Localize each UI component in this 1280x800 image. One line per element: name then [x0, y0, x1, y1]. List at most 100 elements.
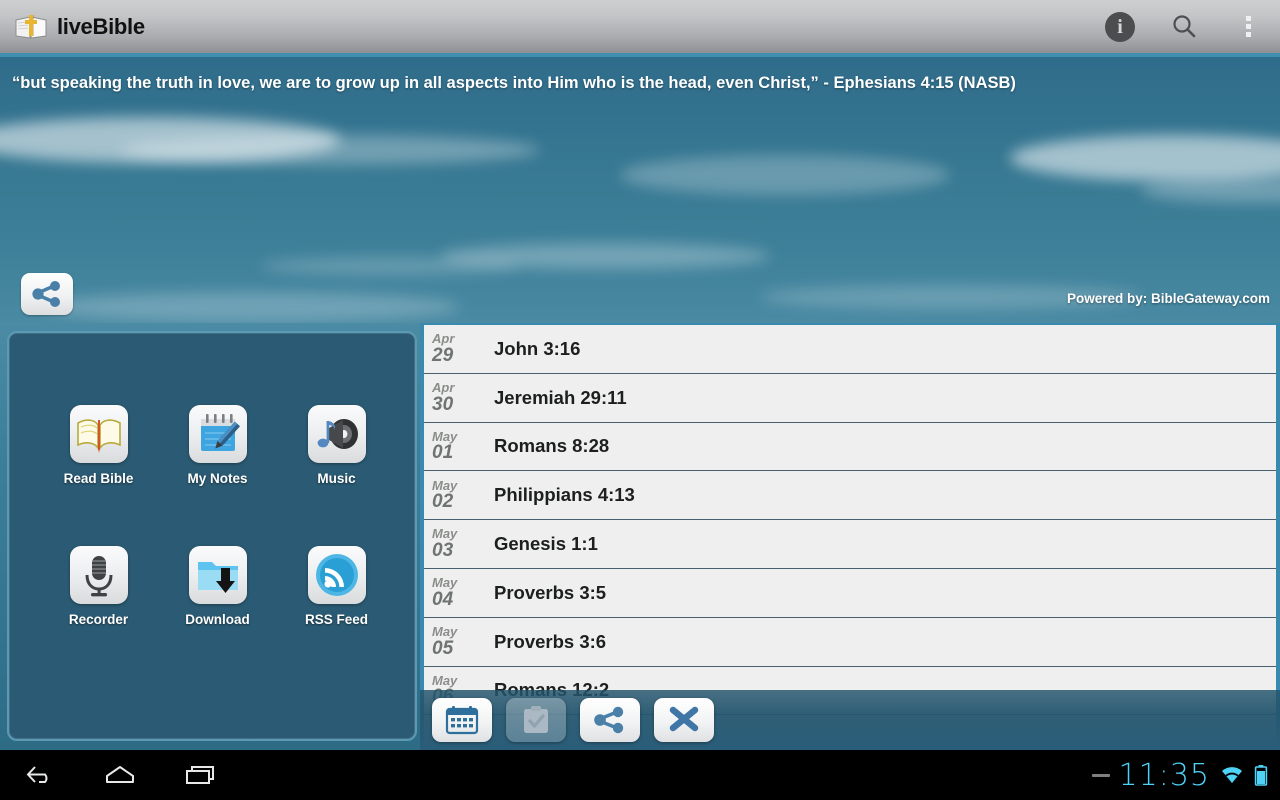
share-icon [594, 706, 624, 734]
close-button[interactable] [654, 698, 714, 742]
android-navigation-bar: 11:35 [0, 750, 1280, 800]
verse-row-reference: Jeremiah 29:11 [494, 386, 627, 408]
search-button[interactable] [1152, 0, 1216, 53]
recents-button[interactable] [160, 750, 240, 800]
verse-list-row[interactable]: May 04 Proverbs 3:5 [424, 568, 1276, 618]
cloud-decoration [1010, 135, 1280, 181]
launcher-item-download[interactable]: Download [158, 546, 277, 627]
app-title: liveBible [57, 13, 145, 39]
verse-row-month: May [432, 477, 458, 493]
verse-row-day: 01 [432, 442, 454, 464]
verse-row-date: May 02 [424, 477, 494, 513]
folder-download-icon [188, 546, 247, 604]
verse-row-day: 03 [432, 539, 454, 561]
info-button[interactable]: i [1088, 0, 1152, 53]
verse-row-reference: Genesis 1:1 [494, 533, 598, 555]
verse-row-date: Apr 29 [424, 332, 494, 366]
rss-feed-icon [307, 546, 366, 604]
notepad-pencil-icon [188, 405, 247, 463]
verse-row-month: May [432, 526, 458, 542]
bottom-toolbar [420, 690, 1280, 750]
open-book-icon [69, 405, 128, 463]
verse-row-day: 29 [432, 344, 454, 366]
status-area[interactable]: 11:35 [1091, 757, 1280, 793]
launcher-item-label: Music [317, 471, 356, 486]
launcher-grid: Read Bible My Notes Music Recorder Downl… [9, 405, 415, 627]
cloud-decoration [120, 135, 540, 165]
verse-row-day: 30 [432, 393, 454, 415]
verse-of-the-day-text: “but speaking the truth in love, we are … [12, 74, 1016, 92]
action-bar-actions: i [1088, 0, 1280, 53]
clipboard-check-button [506, 698, 566, 742]
home-button[interactable] [80, 750, 160, 800]
overflow-menu-icon [1245, 16, 1251, 37]
verse-list-row[interactable]: Apr 29 John 3:16 [424, 325, 1276, 374]
close-x-icon [669, 706, 699, 732]
verse-row-month: May [432, 672, 458, 688]
search-icon [1173, 14, 1196, 37]
verse-list-row[interactable]: May 05 Proverbs 3:6 [424, 617, 1276, 667]
speaker-music-note-icon [307, 405, 366, 463]
verse-row-date: May 03 [424, 527, 494, 561]
battery-icon [1254, 765, 1268, 786]
verse-row-month: May [432, 623, 458, 639]
home-icon [106, 766, 134, 783]
main-content: Read Bible My Notes Music Recorder Downl… [0, 323, 1280, 750]
launcher-item-my-notes[interactable]: My Notes [158, 405, 277, 486]
verse-row-reference: Philippians 4:13 [494, 484, 635, 506]
verse-row-month: May [432, 428, 458, 444]
verse-row-day: 04 [432, 588, 454, 610]
verse-row-date: May 01 [424, 430, 494, 464]
launcher-item-rss-feed[interactable]: RSS Feed [277, 546, 396, 627]
notification-dash-icon [1091, 773, 1110, 777]
action-bar: liveBible i [0, 0, 1280, 53]
launcher-item-recorder[interactable]: Recorder [39, 546, 158, 627]
launcher-item-label: RSS Feed [304, 612, 369, 627]
launcher-item-read-bible[interactable]: Read Bible [39, 405, 158, 486]
cloud-decoration [620, 155, 950, 195]
verse-row-month: Apr [432, 379, 455, 395]
verse-list-rows: Apr 29 John 3:16 Apr 30 Jeremiah 29:11 May 01 Ro… [424, 325, 1276, 716]
verse-banner[interactable]: “but speaking the truth in love, we are … [0, 57, 1280, 323]
clipboard-check-icon [524, 706, 548, 733]
powered-by-label: Powered by: BibleGateway.com [1066, 291, 1270, 306]
verse-list-row[interactable]: May 01 Romans 8:28 [424, 422, 1276, 472]
verse-row-reference: Romans 8:28 [494, 435, 610, 457]
launcher-item-label: Recorder [68, 612, 129, 627]
share-icon [32, 281, 60, 307]
bible-cross-icon [14, 12, 48, 42]
verse-row-date: Apr 30 [424, 381, 494, 415]
launcher-item-label: Read Bible [63, 471, 134, 486]
verse-row-month: Apr [432, 331, 455, 347]
verse-row-reference: John 3:16 [494, 337, 581, 359]
banner-share-button[interactable] [21, 273, 73, 315]
launcher-row: Read Bible My Notes Music [9, 405, 415, 486]
overflow-menu-button[interactable] [1216, 0, 1280, 53]
launcher-item-label: Download [185, 612, 250, 627]
info-icon: i [1105, 11, 1135, 42]
verse-list-row[interactable]: May 03 Genesis 1:1 [424, 520, 1276, 569]
clock: 11:35 [1118, 757, 1210, 793]
calendar-button[interactable] [432, 698, 492, 742]
verse-row-day: 02 [432, 491, 454, 513]
verse-row-month: May [432, 575, 458, 591]
verse-list-row[interactable]: May 02 Philippians 4:13 [424, 471, 1276, 521]
share-button[interactable] [580, 698, 640, 742]
launcher-row: Recorder Download RSS Feed [9, 546, 415, 627]
verse-row-reference: Proverbs 3:5 [494, 581, 607, 603]
wifi-icon [1222, 767, 1242, 783]
recents-icon [186, 766, 214, 784]
cloud-decoration [40, 292, 460, 322]
launcher-item-label: My Notes [187, 471, 248, 486]
back-button[interactable] [0, 750, 80, 800]
launcher-item-music[interactable]: Music [277, 405, 396, 486]
verse-row-date: May 04 [424, 576, 494, 610]
verse-list-panel: Apr 29 John 3:16 Apr 30 Jeremiah 29:11 May 01 Ro… [420, 323, 1280, 750]
app-brand: liveBible [0, 12, 145, 42]
launcher-panel: Read Bible My Notes Music Recorder Downl… [7, 331, 417, 741]
calendar-icon [445, 706, 479, 735]
cloud-decoration [260, 257, 520, 275]
verse-row-date: May 05 [424, 625, 494, 659]
verse-list-row[interactable]: Apr 30 Jeremiah 29:11 [424, 373, 1276, 423]
verse-list[interactable]: Apr 29 John 3:16 Apr 30 Jeremiah 29:11 May 01 Ro… [424, 325, 1276, 750]
